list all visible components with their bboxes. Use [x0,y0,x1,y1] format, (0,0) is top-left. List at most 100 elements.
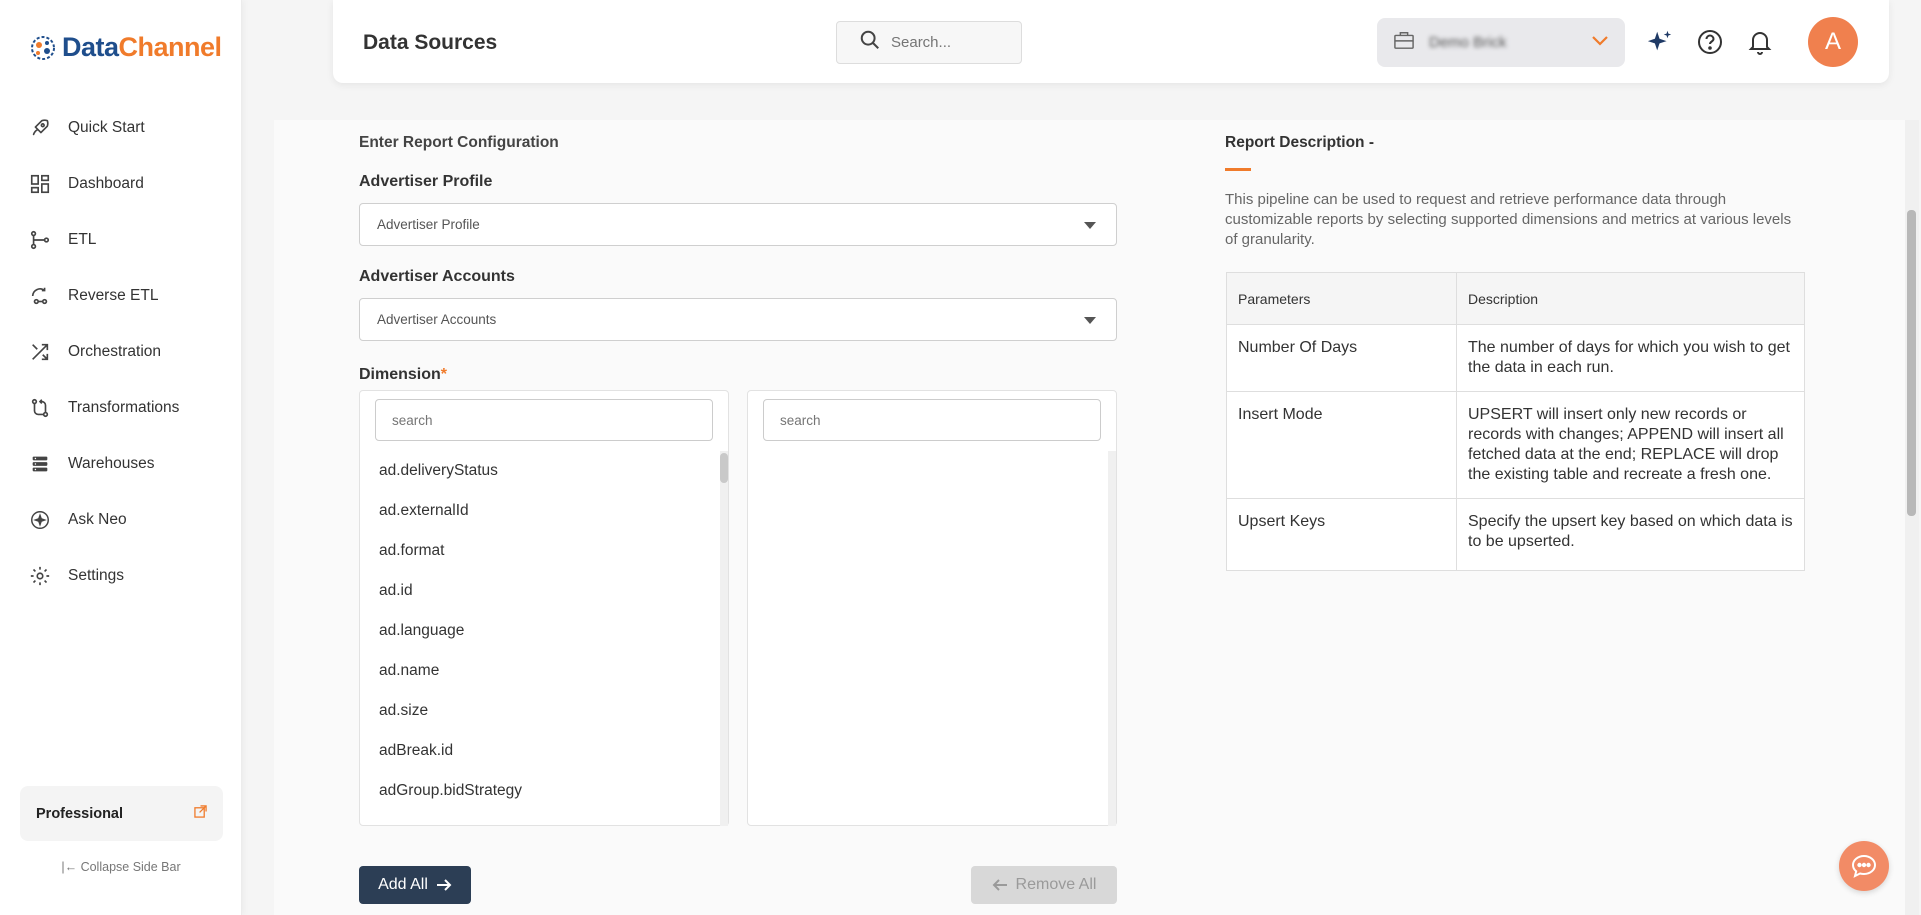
sidebar-item-label: Ask Neo [68,511,127,528]
search-icon [859,29,881,56]
button-label: Remove All [1015,876,1097,893]
advertiser-profile-label: Advertiser Profile [359,173,493,190]
chat-support-button[interactable] [1839,841,1889,891]
arrow-left-icon [992,879,1007,891]
sparkles-icon[interactable] [1646,28,1674,56]
param-description: The number of days for which you wish to… [1456,324,1805,392]
advertiser-accounts-select[interactable]: Advertiser Accounts [359,298,1117,341]
sidebar-item-label: Quick Start [68,119,145,136]
dimension-options: ad.deliveryStatus ad.externalId ad.forma… [360,451,715,811]
column-header: Parameters [1226,272,1457,325]
account-switcher[interactable]: Demo Brick [1377,18,1625,67]
sidebar-item-transformations[interactable]: Transformations [0,380,242,436]
table-header-row: Parameters Description [1226,272,1805,325]
dimension-search-input[interactable] [375,399,713,441]
chat-bubble-icon [1851,854,1877,878]
brand-name: DataChannel [62,32,222,62]
caret-down-icon [1084,222,1096,229]
table-row: Upsert Keys Specify the upsert key based… [1226,498,1805,571]
collapse-label: Collapse Side Bar [80,860,181,874]
plan-card[interactable]: Professional [20,786,223,841]
list-item[interactable]: ad.size [360,691,715,731]
top-header: Data Sources Demo Brick A [333,0,1889,83]
section-title: Enter Report Configuration [359,134,559,151]
advertiser-profile-select[interactable]: Advertiser Profile [359,203,1117,246]
remove-all-button[interactable]: Remove All [971,866,1117,904]
list-scrollbar[interactable] [1108,451,1116,826]
page-title: Data Sources [363,31,498,54]
logo-mark-icon [31,35,55,60]
gear-icon [28,564,52,588]
global-search[interactable] [836,21,1022,64]
sidebar-item-label: Transformations [68,399,180,416]
dimension-label: Dimension* [359,366,448,383]
plan-name: Professional [36,805,124,822]
transformations-icon [28,396,52,420]
list-scrollbar-thumb[interactable] [720,453,728,483]
sidebar-item-dashboard[interactable]: Dashboard [0,156,242,212]
list-item[interactable]: adGroup.bidStrategy [360,771,715,811]
reverse-etl-icon [28,284,52,308]
column-header: Description [1456,272,1805,325]
avatar[interactable]: A [1808,17,1858,67]
external-link-icon[interactable] [194,804,207,823]
briefcase-icon [1393,30,1415,55]
sidebar-item-label: Orchestration [68,343,162,360]
account-name: Demo Brick [1429,34,1507,51]
chevron-down-icon [1591,34,1609,52]
collapse-sidebar-button[interactable]: |← Collapse Side Bar [0,860,242,874]
sidebar-item-label: Warehouses [68,455,155,472]
sidebar-item-label: Reverse ETL [68,287,159,304]
add-all-button[interactable]: Add All [359,866,471,904]
orchestration-icon [28,340,52,364]
param-name: Upsert Keys [1226,498,1457,571]
parameters-table: Parameters Description Number Of Days Th… [1226,272,1805,571]
list-item[interactable]: ad.deliveryStatus [360,451,715,491]
report-description-title: Report Description - [1225,134,1374,151]
select-placeholder: Advertiser Accounts [377,312,497,327]
list-item[interactable]: adBreak.id [360,731,715,771]
report-description-text: This pipeline can be used to request and… [1225,191,1792,248]
arrow-right-icon [436,879,452,891]
bell-icon[interactable] [1746,28,1774,56]
dimension-available-list: ad.deliveryStatus ad.externalId ad.forma… [359,390,729,826]
param-name: Insert Mode [1226,391,1457,499]
sidebar-nav: Quick Start Dashboard ETL Reverse ETL Or… [0,100,242,604]
sidebar-item-quick-start[interactable]: Quick Start [0,100,242,156]
sidebar-item-ask-neo[interactable]: Ask Neo [0,492,242,548]
selected-dimension-search-input[interactable] [763,399,1101,441]
list-item[interactable]: ad.format [360,531,715,571]
sidebar-item-orchestration[interactable]: Orchestration [0,324,242,380]
list-item[interactable]: ad.externalId [360,491,715,531]
select-placeholder: Advertiser Profile [377,217,480,232]
collapse-arrow-icon: |← [61,860,81,874]
etl-icon [28,228,52,252]
table-row: Insert Mode UPSERT will insert only new … [1226,391,1805,499]
sidebar-item-settings[interactable]: Settings [0,548,242,604]
rocket-icon [28,116,52,140]
caret-down-icon [1084,317,1096,324]
brand-logo[interactable]: DataChannel [28,32,222,63]
ask-neo-icon [28,508,52,532]
title-underline [1225,168,1251,171]
advertiser-accounts-label: Advertiser Accounts [359,268,515,285]
search-input[interactable] [891,34,1011,51]
dashboard-icon [28,172,52,196]
sidebar-item-reverse-etl[interactable]: Reverse ETL [0,268,242,324]
sidebar-item-etl[interactable]: ETL [0,212,242,268]
param-description: UPSERT will insert only new records or r… [1456,391,1805,499]
sidebar: DataChannel Quick Start Dashboard ETL Re… [0,0,242,915]
table-row: Number Of Days The number of days for wh… [1226,324,1805,392]
list-item[interactable]: ad.name [360,651,715,691]
button-label: Add All [378,876,428,893]
help-icon[interactable] [1696,28,1724,56]
dimension-selected-list [747,390,1117,826]
sidebar-item-warehouses[interactable]: Warehouses [0,436,242,492]
sidebar-item-label: Dashboard [68,175,144,192]
list-item[interactable]: ad.language [360,611,715,651]
param-description: Specify the upsert key based on which da… [1456,498,1805,571]
list-item[interactable]: ad.id [360,571,715,611]
list-scrollbar[interactable] [720,451,728,826]
page-scrollbar-thumb[interactable] [1907,210,1916,516]
param-name: Number Of Days [1226,324,1457,392]
